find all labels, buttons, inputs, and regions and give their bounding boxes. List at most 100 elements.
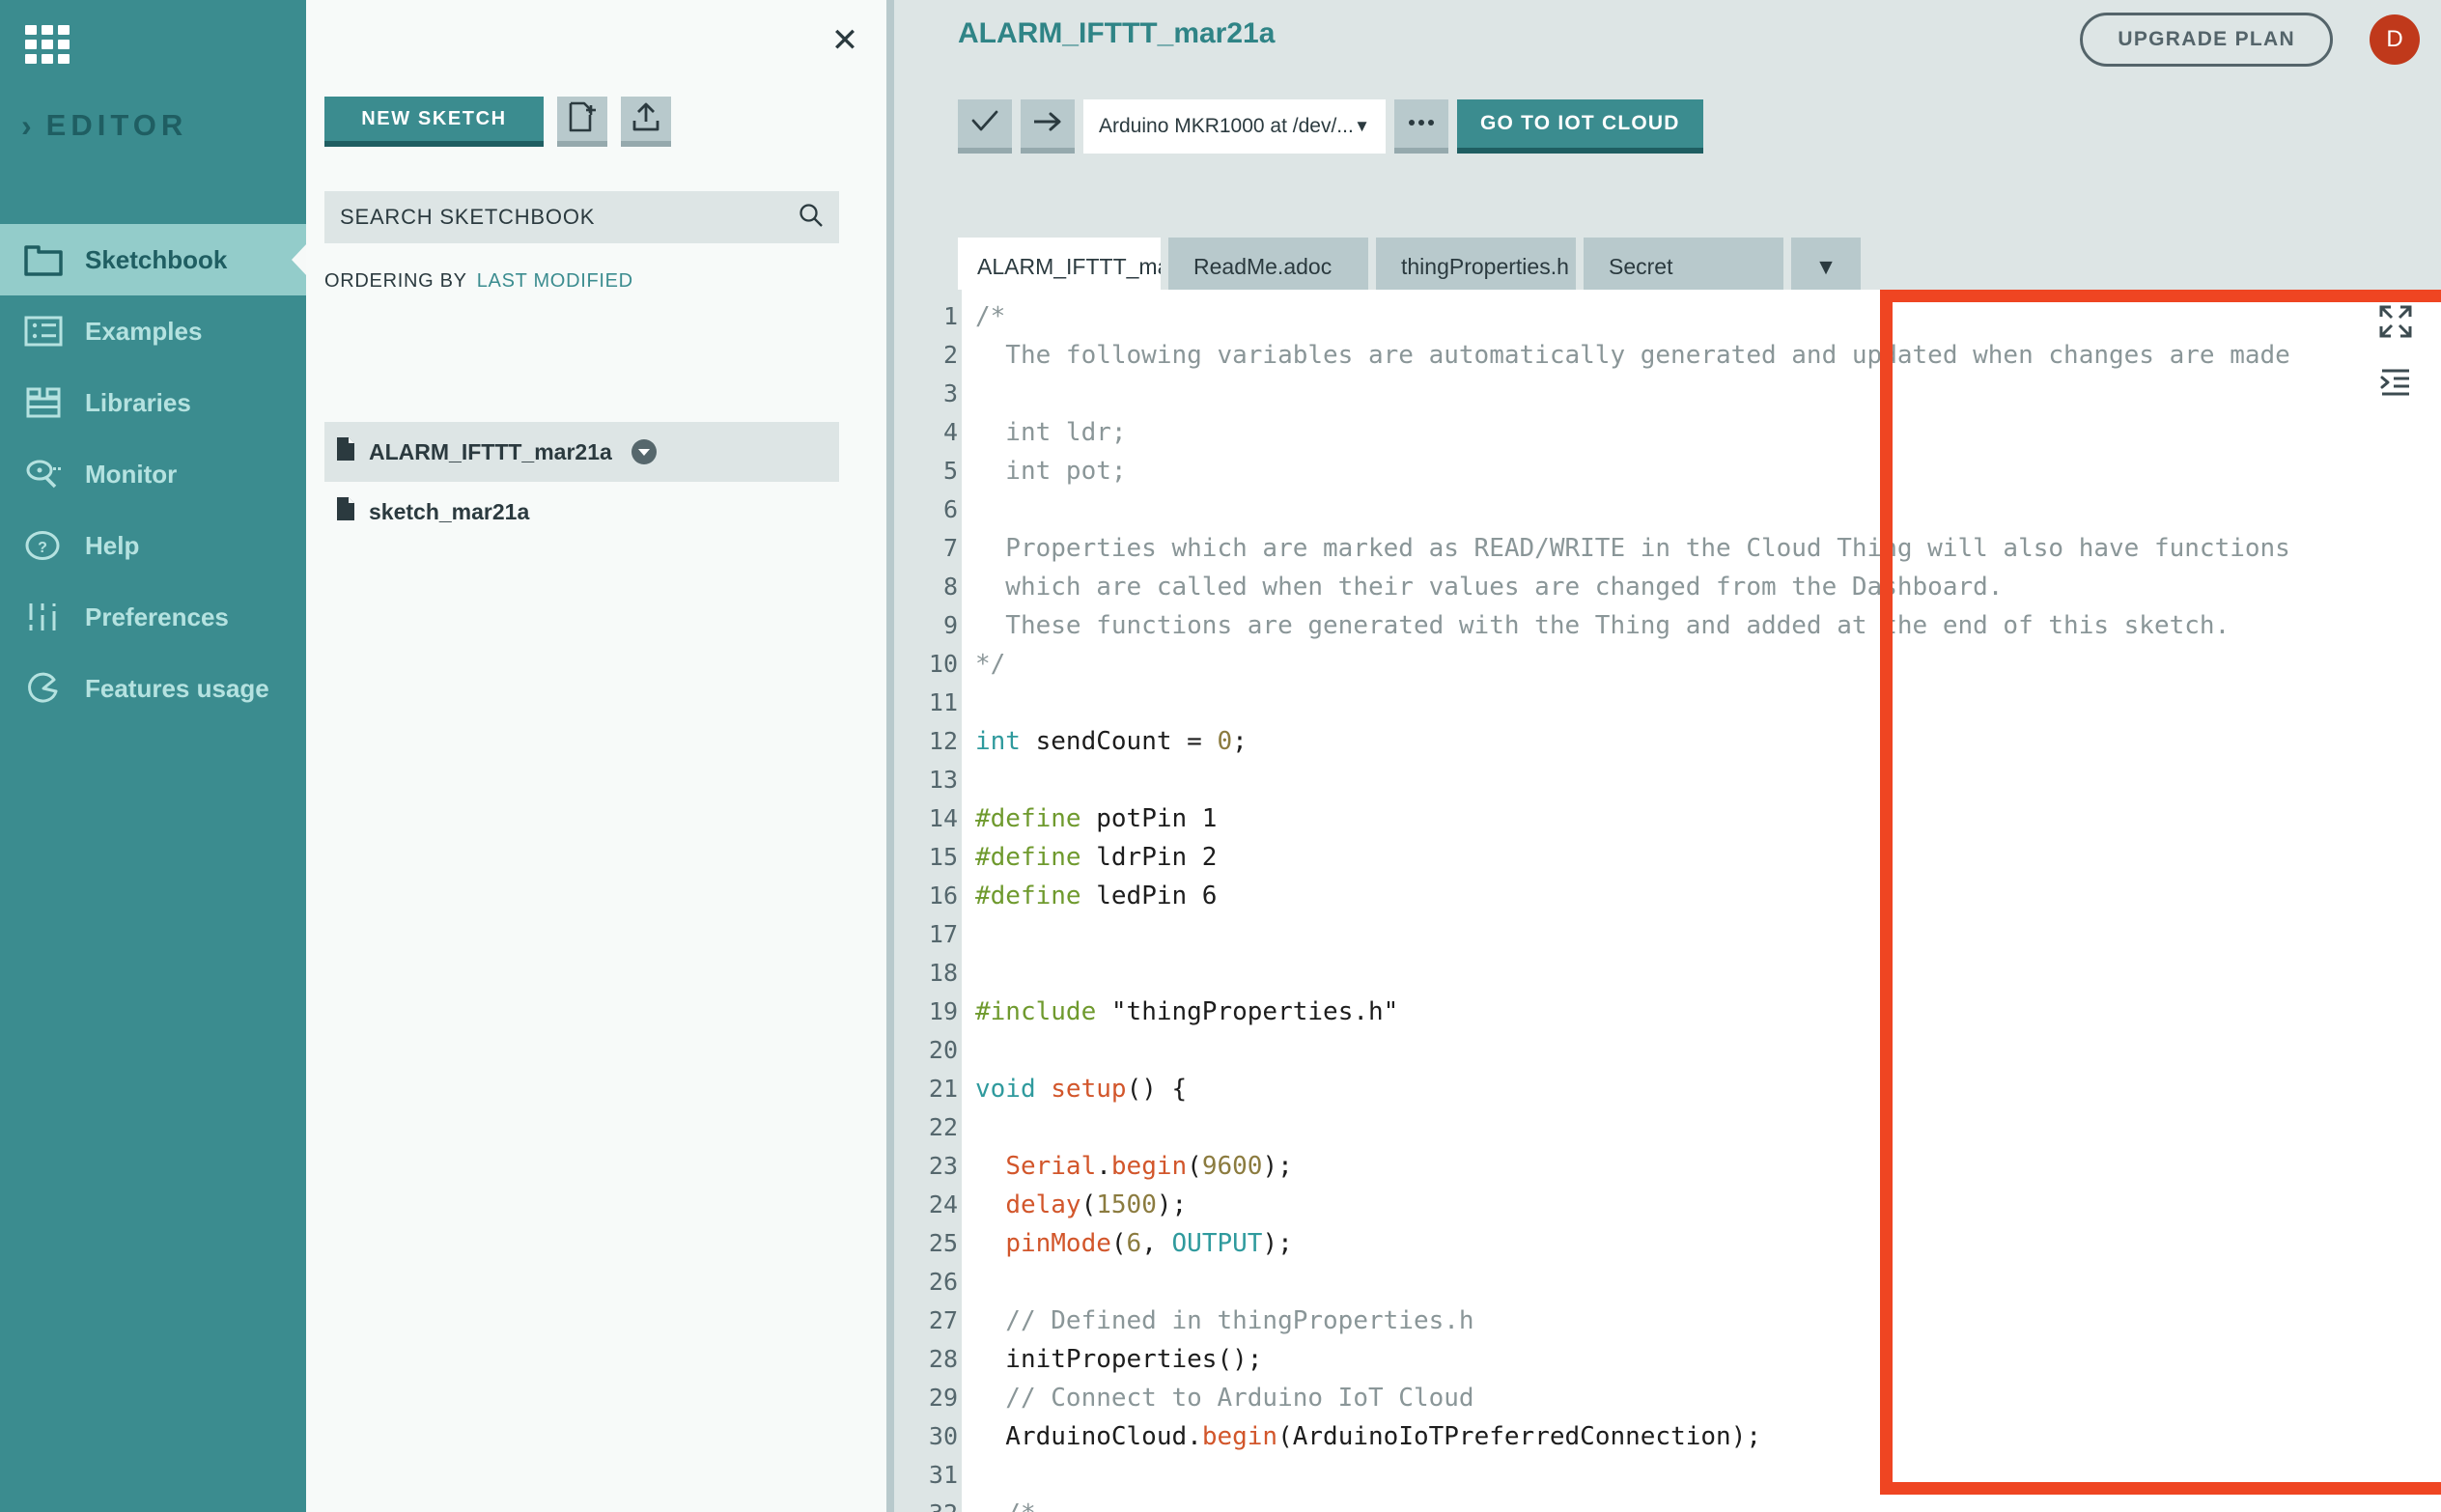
line-number-gutter: 1▼23456789101112131415161718192021▼22232…: [894, 290, 975, 1512]
sidebar-item-features-usage[interactable]: Features usage: [0, 653, 306, 724]
brand-chevron-icon: ›: [21, 108, 37, 143]
list-item[interactable]: sketch_mar21a: [324, 482, 839, 542]
line-number: 4: [942, 418, 958, 446]
line-number: 11: [928, 688, 958, 716]
upload-button[interactable]: [1021, 99, 1075, 154]
sidebar-item-sketchbook[interactable]: Sketchbook: [0, 224, 306, 295]
sidebar-item-preferences[interactable]: Preferences: [0, 581, 306, 653]
line-number: 24: [928, 1190, 958, 1218]
code-line: int ldr;: [975, 418, 1127, 447]
arrow-right-icon: [1032, 108, 1063, 140]
board-port-value: Arduino MKR1000 at /dev/...: [1099, 115, 1354, 137]
line-number: 23: [928, 1152, 958, 1180]
line-number: 28: [928, 1345, 958, 1373]
line-number: 18: [928, 959, 958, 987]
brand-logo: › EDITOR: [21, 108, 187, 143]
go-to-iot-cloud-button[interactable]: GO TO IOT CLOUD: [1457, 99, 1703, 154]
ordering-value[interactable]: LAST MODIFIED: [477, 270, 633, 293]
chevron-down-icon: ▼: [1354, 117, 1370, 135]
tab-sketch-ino[interactable]: ALARM_IFTTT_mar21a.in: [958, 238, 1161, 295]
line-number: 20: [928, 1036, 958, 1064]
avatar[interactable]: D: [2370, 14, 2420, 65]
sketch-name: ALARM_IFTTT_mar21a: [369, 438, 612, 464]
ordering-row: ORDERING BY LAST MODIFIED: [324, 270, 633, 293]
code-line: int pot;: [975, 457, 1127, 486]
code-line: Properties which are marked as READ/WRIT…: [975, 534, 2290, 563]
panel-action-row: NEW SKETCH: [324, 97, 671, 147]
sidebar-item-label: Monitor: [85, 460, 178, 489]
chevron-down-icon[interactable]: [631, 439, 657, 464]
code-line: // Connect to Arduino IoT Cloud: [975, 1384, 1474, 1413]
apps-grid-icon[interactable]: [25, 25, 70, 64]
library-icon: [21, 383, 66, 422]
auto-format-icon[interactable]: [2379, 368, 2412, 402]
line-number: 8: [942, 573, 958, 601]
line-number: 1▼: [894, 297, 975, 336]
close-icon[interactable]: ✕: [828, 24, 861, 59]
more-options-button[interactable]: [1394, 99, 1448, 154]
sidebar-item-help[interactable]: ? Help: [0, 510, 306, 581]
sidebar-item-examples[interactable]: Examples: [0, 295, 306, 367]
line-number: 19: [928, 997, 958, 1025]
search-input[interactable]: SEARCH SKETCHBOOK: [324, 191, 839, 243]
upload-icon: [631, 101, 660, 137]
file-tab-bar: ALARM_IFTTT_mar21a.in ReadMe.adoc thingP…: [958, 238, 1861, 295]
gauge-icon: [21, 669, 66, 708]
tab-secret[interactable]: Secret: [1584, 238, 1783, 295]
code-line: which are called when their values are c…: [975, 573, 2004, 602]
monitor-icon: [21, 455, 66, 493]
line-number: 5: [942, 457, 958, 485]
board-port-select[interactable]: Arduino MKR1000 at /dev/... ▼: [1083, 99, 1386, 154]
upgrade-plan-button[interactable]: UPGRADE PLAN: [2080, 13, 2333, 67]
main-area: ALARM_IFTTT_mar21a UPGRADE PLAN D Arduin…: [894, 0, 2441, 1512]
code-tool-strip: [2379, 305, 2412, 402]
question-circle-icon: ?: [21, 526, 66, 565]
code-line: #define potPin 1: [975, 804, 1218, 833]
sidebar-item-label: Libraries: [85, 388, 191, 417]
code-line: /*: [975, 302, 1006, 331]
sidebar-item-label: Sketchbook: [85, 245, 228, 274]
new-sketch-button[interactable]: NEW SKETCH: [324, 97, 544, 147]
line-number: 9: [942, 611, 958, 639]
list-icon: [21, 312, 66, 350]
tab-thing-properties[interactable]: thingProperties.h: [1376, 238, 1576, 295]
sketch-name: sketch_mar21a: [369, 498, 530, 524]
tab-readme[interactable]: ReadMe.adoc: [1168, 238, 1368, 295]
svg-text:?: ?: [38, 540, 47, 556]
sidebar-item-label: Preferences: [85, 602, 229, 631]
file-icon: [336, 436, 355, 467]
checkmark-icon: [970, 108, 999, 140]
code-line: // Defined in thingProperties.h: [975, 1306, 1474, 1335]
fullscreen-icon[interactable]: [2379, 305, 2412, 343]
line-number: 16: [928, 882, 958, 910]
code-line: ArduinoCloud.begin(ArduinoIoTPreferredCo…: [975, 1422, 1761, 1451]
ordering-label: ORDERING BY: [324, 270, 467, 292]
line-number: 14: [928, 804, 958, 832]
line-number: 31: [928, 1461, 958, 1489]
sidebar-item-label: Help: [85, 531, 140, 560]
list-item[interactable]: ALARM_IFTTT_mar21a: [324, 422, 839, 482]
tab-overflow-button[interactable]: ▼: [1791, 238, 1861, 295]
code-line: /*: [975, 1495, 2441, 1512]
upload-sketch-button[interactable]: [621, 97, 671, 147]
nav-item-list: Sketchbook Examples Libraries Monitor ? …: [0, 224, 306, 724]
verify-button[interactable]: [958, 99, 1012, 154]
line-number: 12: [928, 727, 958, 755]
line-number: 17: [928, 920, 958, 948]
code-line: #define ledPin 6: [975, 882, 1218, 910]
code-line: These functions are generated with the T…: [975, 611, 2231, 640]
code-line: void setup() {: [975, 1075, 1188, 1104]
code-line: #define ldrPin 2: [975, 843, 1218, 872]
line-number: 7: [942, 534, 958, 562]
new-folder-button[interactable]: [557, 97, 607, 147]
folder-icon: [21, 240, 66, 279]
code-content[interactable]: /* The following variables are automatic…: [962, 290, 2441, 1512]
search-placeholder: SEARCH SKETCHBOOK: [340, 205, 596, 229]
sidebar-item-label: Features usage: [85, 674, 269, 703]
sidebar-item-libraries[interactable]: Libraries: [0, 367, 306, 438]
sidebar-item-monitor[interactable]: Monitor: [0, 438, 306, 510]
